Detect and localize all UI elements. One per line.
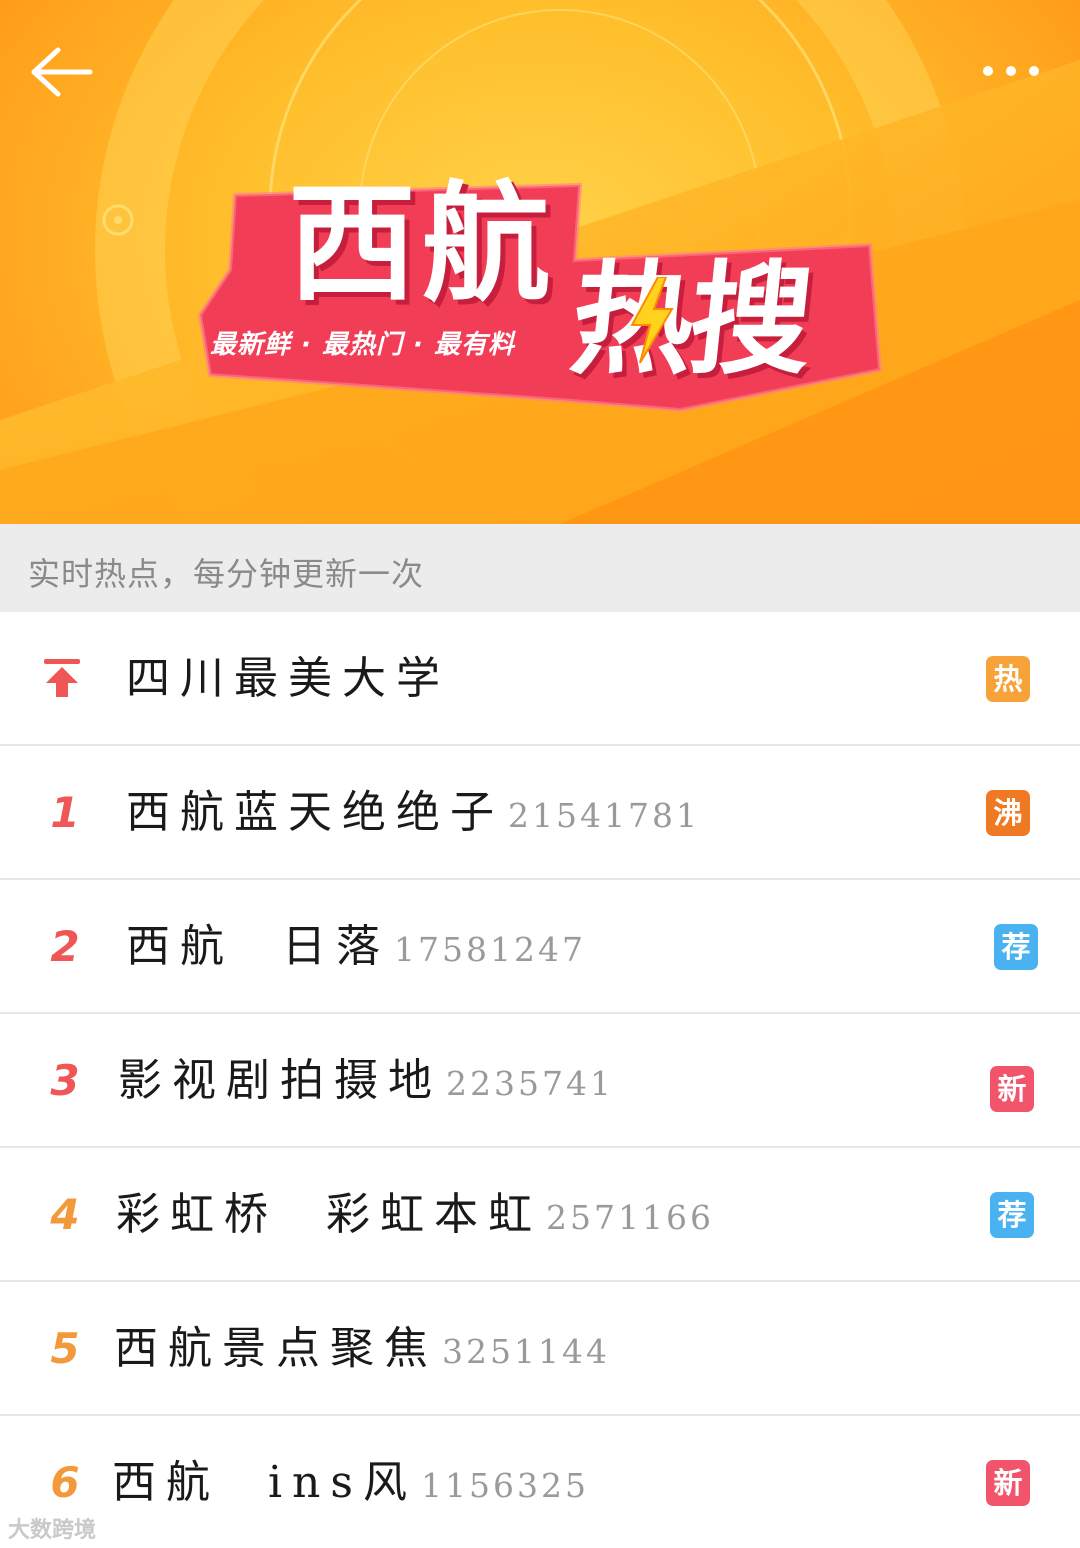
rank-number: 3: [50, 1056, 80, 1105]
list-item-title: 影视剧拍摄地 2235741: [118, 1014, 614, 1148]
logo-slogan: 最新鲜 · 最热门 · 最有料: [210, 330, 515, 360]
heat-count: 1156325: [420, 1466, 589, 1505]
list-item-title: 西航蓝天绝绝子 21541781: [126, 746, 700, 880]
item-title-text: 彩虹桥 彩虹本虹: [116, 1189, 542, 1240]
tag-recommend-badge: 荐: [990, 1192, 1034, 1238]
heat-count: 3251144: [442, 1332, 610, 1371]
logo-title: 西航: [288, 170, 557, 319]
tag-recommend-badge: 荐: [994, 924, 1038, 970]
item-title-text: 西航 日落: [126, 921, 390, 972]
item-title-text: 西航 ins风: [112, 1457, 417, 1508]
watermark: 大数跨境: [8, 1518, 97, 1543]
list-item-title: 彩虹桥 彩虹本虹 2571166: [116, 1148, 714, 1282]
tag-new-badge: 新: [986, 1460, 1030, 1506]
heat-count: 17581247: [393, 930, 586, 969]
tag-new-badge: 新: [990, 1066, 1034, 1112]
item-title-text: 西航景点聚焦: [114, 1323, 438, 1374]
heat-count: 21541781: [508, 796, 700, 835]
hot-search-banner: 西航 热搜 最新鲜 · 最热门 · 最有料: [0, 0, 1080, 524]
tag-boil-badge: 沸: [986, 790, 1030, 836]
list-item-title: 西航景点聚焦 3251144: [114, 1282, 610, 1416]
realtime-notice-text: 实时热点，每分钟更新一次: [28, 555, 425, 593]
list-item-1[interactable]: 1 西航蓝天绝绝子 21541781 沸: [0, 746, 1080, 880]
logo-hot-label: 热搜: [564, 249, 816, 391]
item-title-text: 影视剧拍摄地: [118, 1055, 442, 1106]
heat-count: 2571166: [545, 1198, 714, 1237]
list-item-4[interactable]: 4 彩虹桥 彩虹本虹 2571166 荐: [0, 1148, 1080, 1282]
hot-search-list: 四川最美大学 热 1 西航蓝天绝绝子 21541781 沸 2 西航 日落 1758…: [0, 612, 1080, 1548]
list-item-2[interactable]: 2 西航 日落 17581247 荐: [0, 880, 1080, 1014]
list-item-6[interactable]: 6 西航 ins风 1156325 新: [0, 1416, 1080, 1548]
more-dots-icon[interactable]: [976, 56, 1046, 86]
list-item-title: 西航 ins风 1156325: [112, 1416, 589, 1548]
rank-number: 4: [50, 1190, 80, 1239]
rank-number: 5: [50, 1324, 80, 1373]
heat-count: 2235741: [446, 1064, 614, 1103]
pin-top-icon: [44, 659, 80, 697]
rank-number: 2: [50, 922, 80, 971]
hot-search-logo: 西航 热搜 最新鲜 · 最热门 · 最有料: [180, 165, 900, 435]
list-item-pinned[interactable]: 四川最美大学 热: [0, 612, 1080, 746]
back-arrow-icon[interactable]: [28, 44, 94, 100]
realtime-notice-bar: 实时热点，每分钟更新一次: [0, 524, 1080, 612]
lightning-icon: [630, 277, 674, 363]
list-item-title: 西航 日落 17581247: [126, 880, 586, 1014]
list-item-title: 四川最美大学: [126, 653, 450, 704]
rank-number: 1: [50, 788, 80, 837]
list-item-5[interactable]: 5 西航景点聚焦 3251144: [0, 1282, 1080, 1416]
tag-hot-badge: 热: [986, 656, 1030, 702]
item-title-text: 西航蓝天绝绝子: [126, 787, 504, 838]
list-item-3[interactable]: 3 影视剧拍摄地 2235741 新: [0, 1014, 1080, 1148]
